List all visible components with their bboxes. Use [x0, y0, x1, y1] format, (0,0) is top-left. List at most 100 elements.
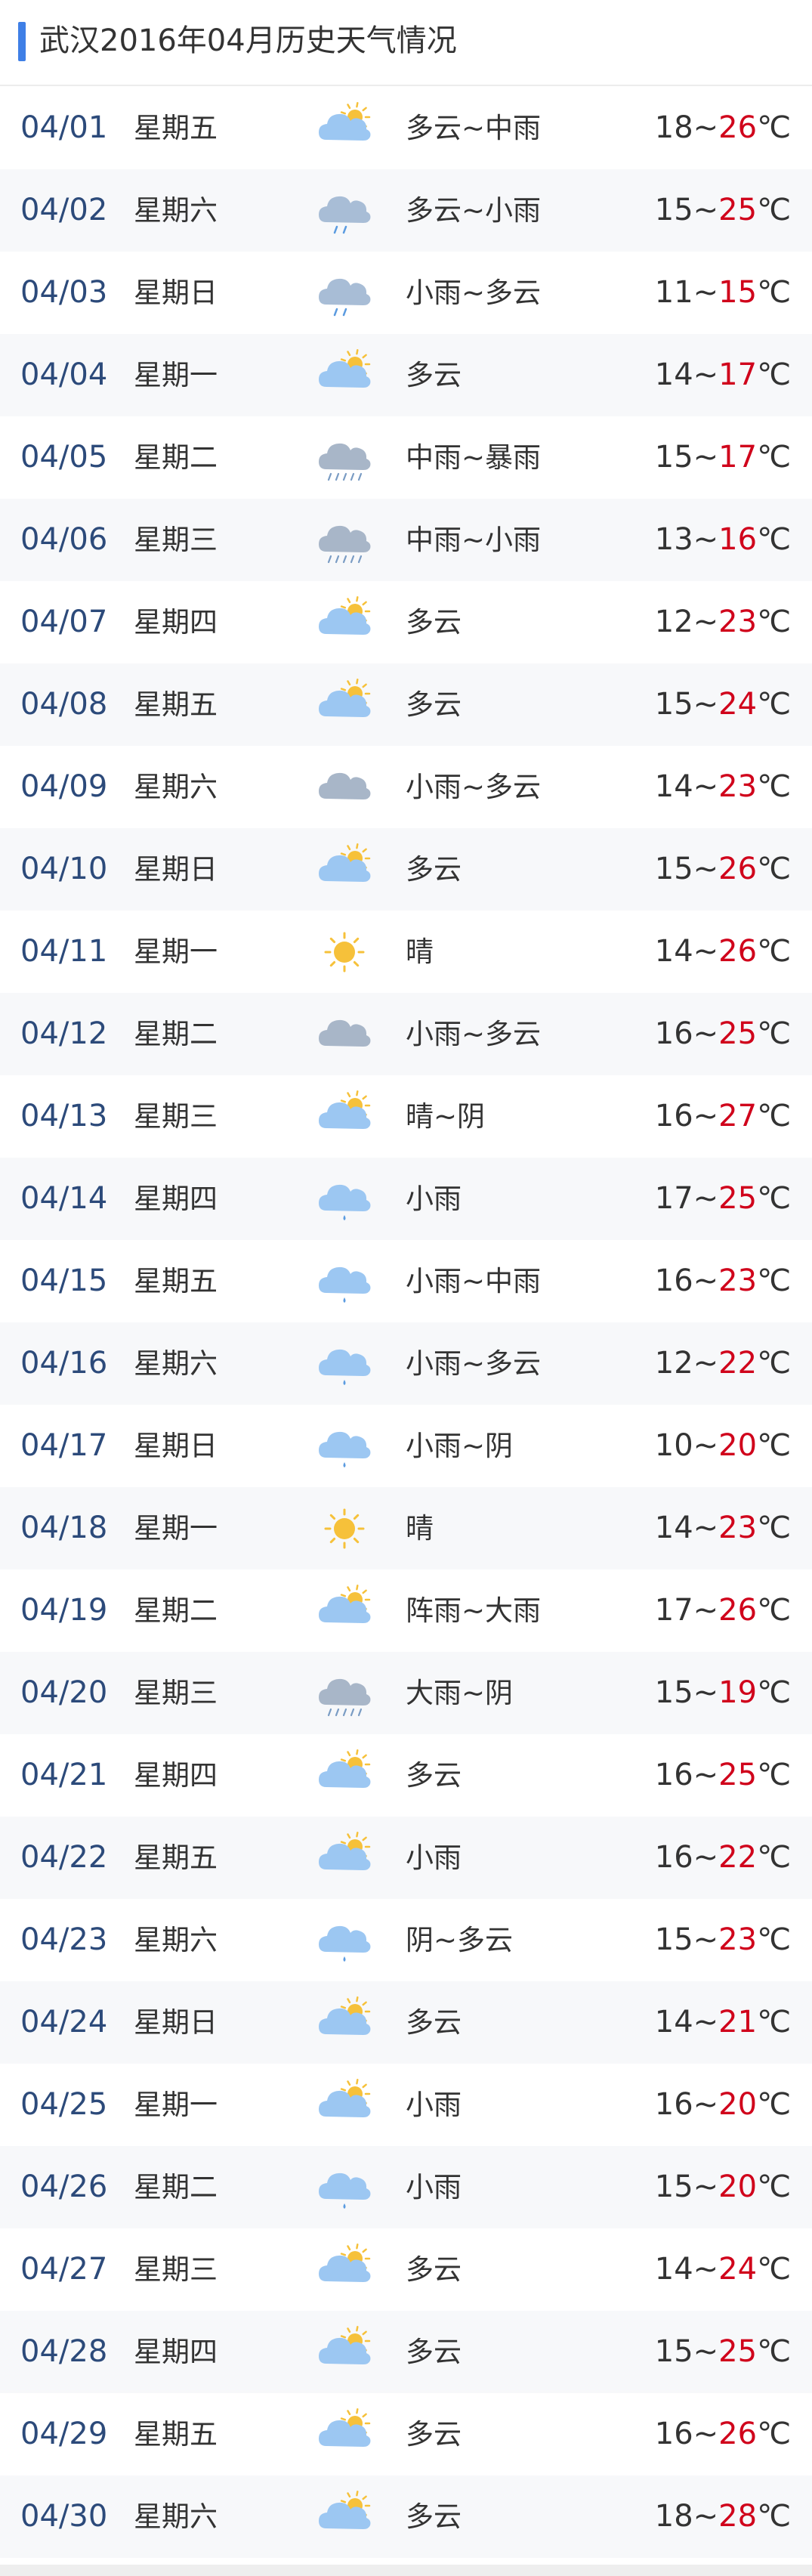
temp-high: 23 [718, 769, 758, 804]
temp-low: 10 [654, 1428, 693, 1463]
row-temperature: 16~23℃ [655, 1240, 791, 1322]
row-temperature: 14~23℃ [655, 746, 791, 828]
temp-unit: ℃ [757, 1263, 791, 1298]
row-date: 04/21 [20, 1758, 108, 1792]
temp-low: 15 [654, 1675, 693, 1710]
temp-high: 27 [718, 1099, 758, 1133]
row-temperature: 16~25℃ [655, 1734, 791, 1817]
row-weekday: 星期四 [134, 606, 218, 639]
temp-high: 24 [718, 687, 758, 722]
row-temperature: 16~22℃ [655, 1817, 791, 1899]
weather-row: 04/01 星期五 多云~中雨 18~26℃ [0, 87, 812, 169]
partly-cloudy-icon [319, 1749, 371, 1788]
heavy-rain-icon [319, 443, 371, 481]
partly-cloudy-icon [319, 2408, 371, 2447]
row-temperature: 14~24℃ [655, 2228, 791, 2311]
partly-cloudy-icon [319, 843, 371, 882]
weather-row: 04/30 星期六 多云 18~28℃ [0, 2475, 812, 2558]
row-date: 04/14 [20, 1181, 108, 1216]
row-weekday: 星期日 [134, 853, 218, 886]
row-weekday: 星期日 [134, 1430, 218, 1462]
temp-high: 23 [718, 1263, 758, 1298]
temp-high: 23 [718, 1922, 758, 1957]
row-weather: 小雨 [406, 2089, 462, 2121]
light-rain-icon [319, 1266, 371, 1303]
row-weather: 多云 [406, 2500, 462, 2533]
temp-separator: ~ [693, 357, 719, 392]
partly-cloudy-icon [319, 349, 371, 388]
temp-high: 19 [718, 1675, 758, 1710]
row-date: 04/11 [20, 934, 108, 969]
weather-row: 04/10 星期日 多云 15~26℃ [0, 828, 812, 911]
row-temperature: 11~15℃ [655, 252, 791, 334]
temp-separator: ~ [693, 440, 719, 475]
row-date: 04/03 [20, 275, 108, 310]
row-weather: 小雨~中雨 [406, 1265, 542, 1297]
temp-low: 16 [654, 1263, 693, 1298]
row-date: 04/10 [20, 852, 108, 886]
temp-unit: ℃ [757, 1428, 791, 1463]
temp-unit: ℃ [757, 2499, 791, 2534]
temp-separator: ~ [693, 1840, 719, 1875]
partly-cloudy-icon [319, 679, 371, 717]
temp-separator: ~ [693, 934, 719, 969]
temp-high: 25 [718, 1181, 758, 1216]
temp-high: 25 [718, 2334, 758, 2369]
partly-cloudy-icon [319, 2326, 371, 2364]
temp-separator: ~ [693, 522, 719, 557]
row-date: 04/15 [20, 1263, 108, 1298]
row-date: 04/19 [20, 1593, 108, 1628]
row-weekday: 星期五 [134, 1265, 218, 1297]
row-temperature: 15~26℃ [655, 828, 791, 911]
temp-low: 13 [654, 522, 693, 557]
weather-row: 04/16 星期六 小雨~多云 12~22℃ [0, 1322, 812, 1405]
temp-unit: ℃ [757, 1675, 791, 1710]
temp-high: 28 [718, 2499, 758, 2534]
weather-row: 04/26 星期二 小雨 15~20℃ [0, 2146, 812, 2228]
weather-row: 04/28 星期四 多云 15~25℃ [0, 2311, 812, 2393]
temp-separator: ~ [693, 275, 719, 310]
row-weekday: 星期三 [134, 2253, 218, 2286]
row-temperature: 13~16℃ [655, 499, 791, 581]
weather-row: 04/02 星期六 多云~小雨 15~25℃ [0, 169, 812, 252]
row-weekday: 星期一 [134, 1512, 218, 1545]
weather-row: 04/25 星期一 小雨 16~20℃ [0, 2064, 812, 2146]
row-weekday: 星期六 [134, 194, 218, 227]
row-weekday: 星期三 [134, 1100, 218, 1133]
row-temperature: 18~28℃ [655, 2475, 791, 2558]
row-temperature: 16~26℃ [655, 2393, 791, 2475]
light-rain-icon [319, 1925, 371, 1962]
temp-unit: ℃ [757, 1511, 791, 1545]
partly-cloudy-icon [319, 1585, 371, 1623]
temp-unit: ℃ [757, 1099, 791, 1133]
row-weekday: 星期三 [134, 524, 218, 556]
temp-separator: ~ [693, 1181, 719, 1216]
row-weekday: 星期六 [134, 1347, 218, 1380]
row-weather: 阴~多云 [406, 1924, 514, 1956]
row-temperature: 16~27℃ [655, 1075, 791, 1158]
row-date: 04/23 [20, 1922, 108, 1957]
row-weather: 阵雨~大雨 [406, 1594, 542, 1627]
temp-high: 25 [718, 1758, 758, 1792]
cloud-rain-icon [319, 196, 371, 234]
temp-separator: ~ [693, 605, 719, 639]
temp-low: 18 [654, 110, 693, 145]
row-date: 04/20 [20, 1675, 108, 1710]
row-weekday: 星期五 [134, 1842, 218, 1874]
row-temperature: 18~26℃ [655, 87, 791, 169]
temp-high: 16 [718, 522, 758, 557]
light-rain-icon [319, 1184, 371, 1220]
temp-high: 25 [718, 193, 758, 227]
temp-high: 17 [718, 357, 758, 392]
temp-unit: ℃ [757, 1758, 791, 1792]
temp-high: 15 [718, 275, 758, 310]
row-date: 04/18 [20, 1511, 108, 1545]
partly-cloudy-icon [319, 2079, 371, 2117]
temp-high: 26 [718, 110, 758, 145]
row-weekday: 星期四 [134, 1759, 218, 1792]
row-weather: 中雨~小雨 [406, 524, 542, 556]
partly-cloudy-icon [319, 2244, 371, 2282]
temp-unit: ℃ [757, 522, 791, 557]
row-weather: 晴 [406, 1512, 434, 1545]
row-date: 04/22 [20, 1840, 108, 1875]
